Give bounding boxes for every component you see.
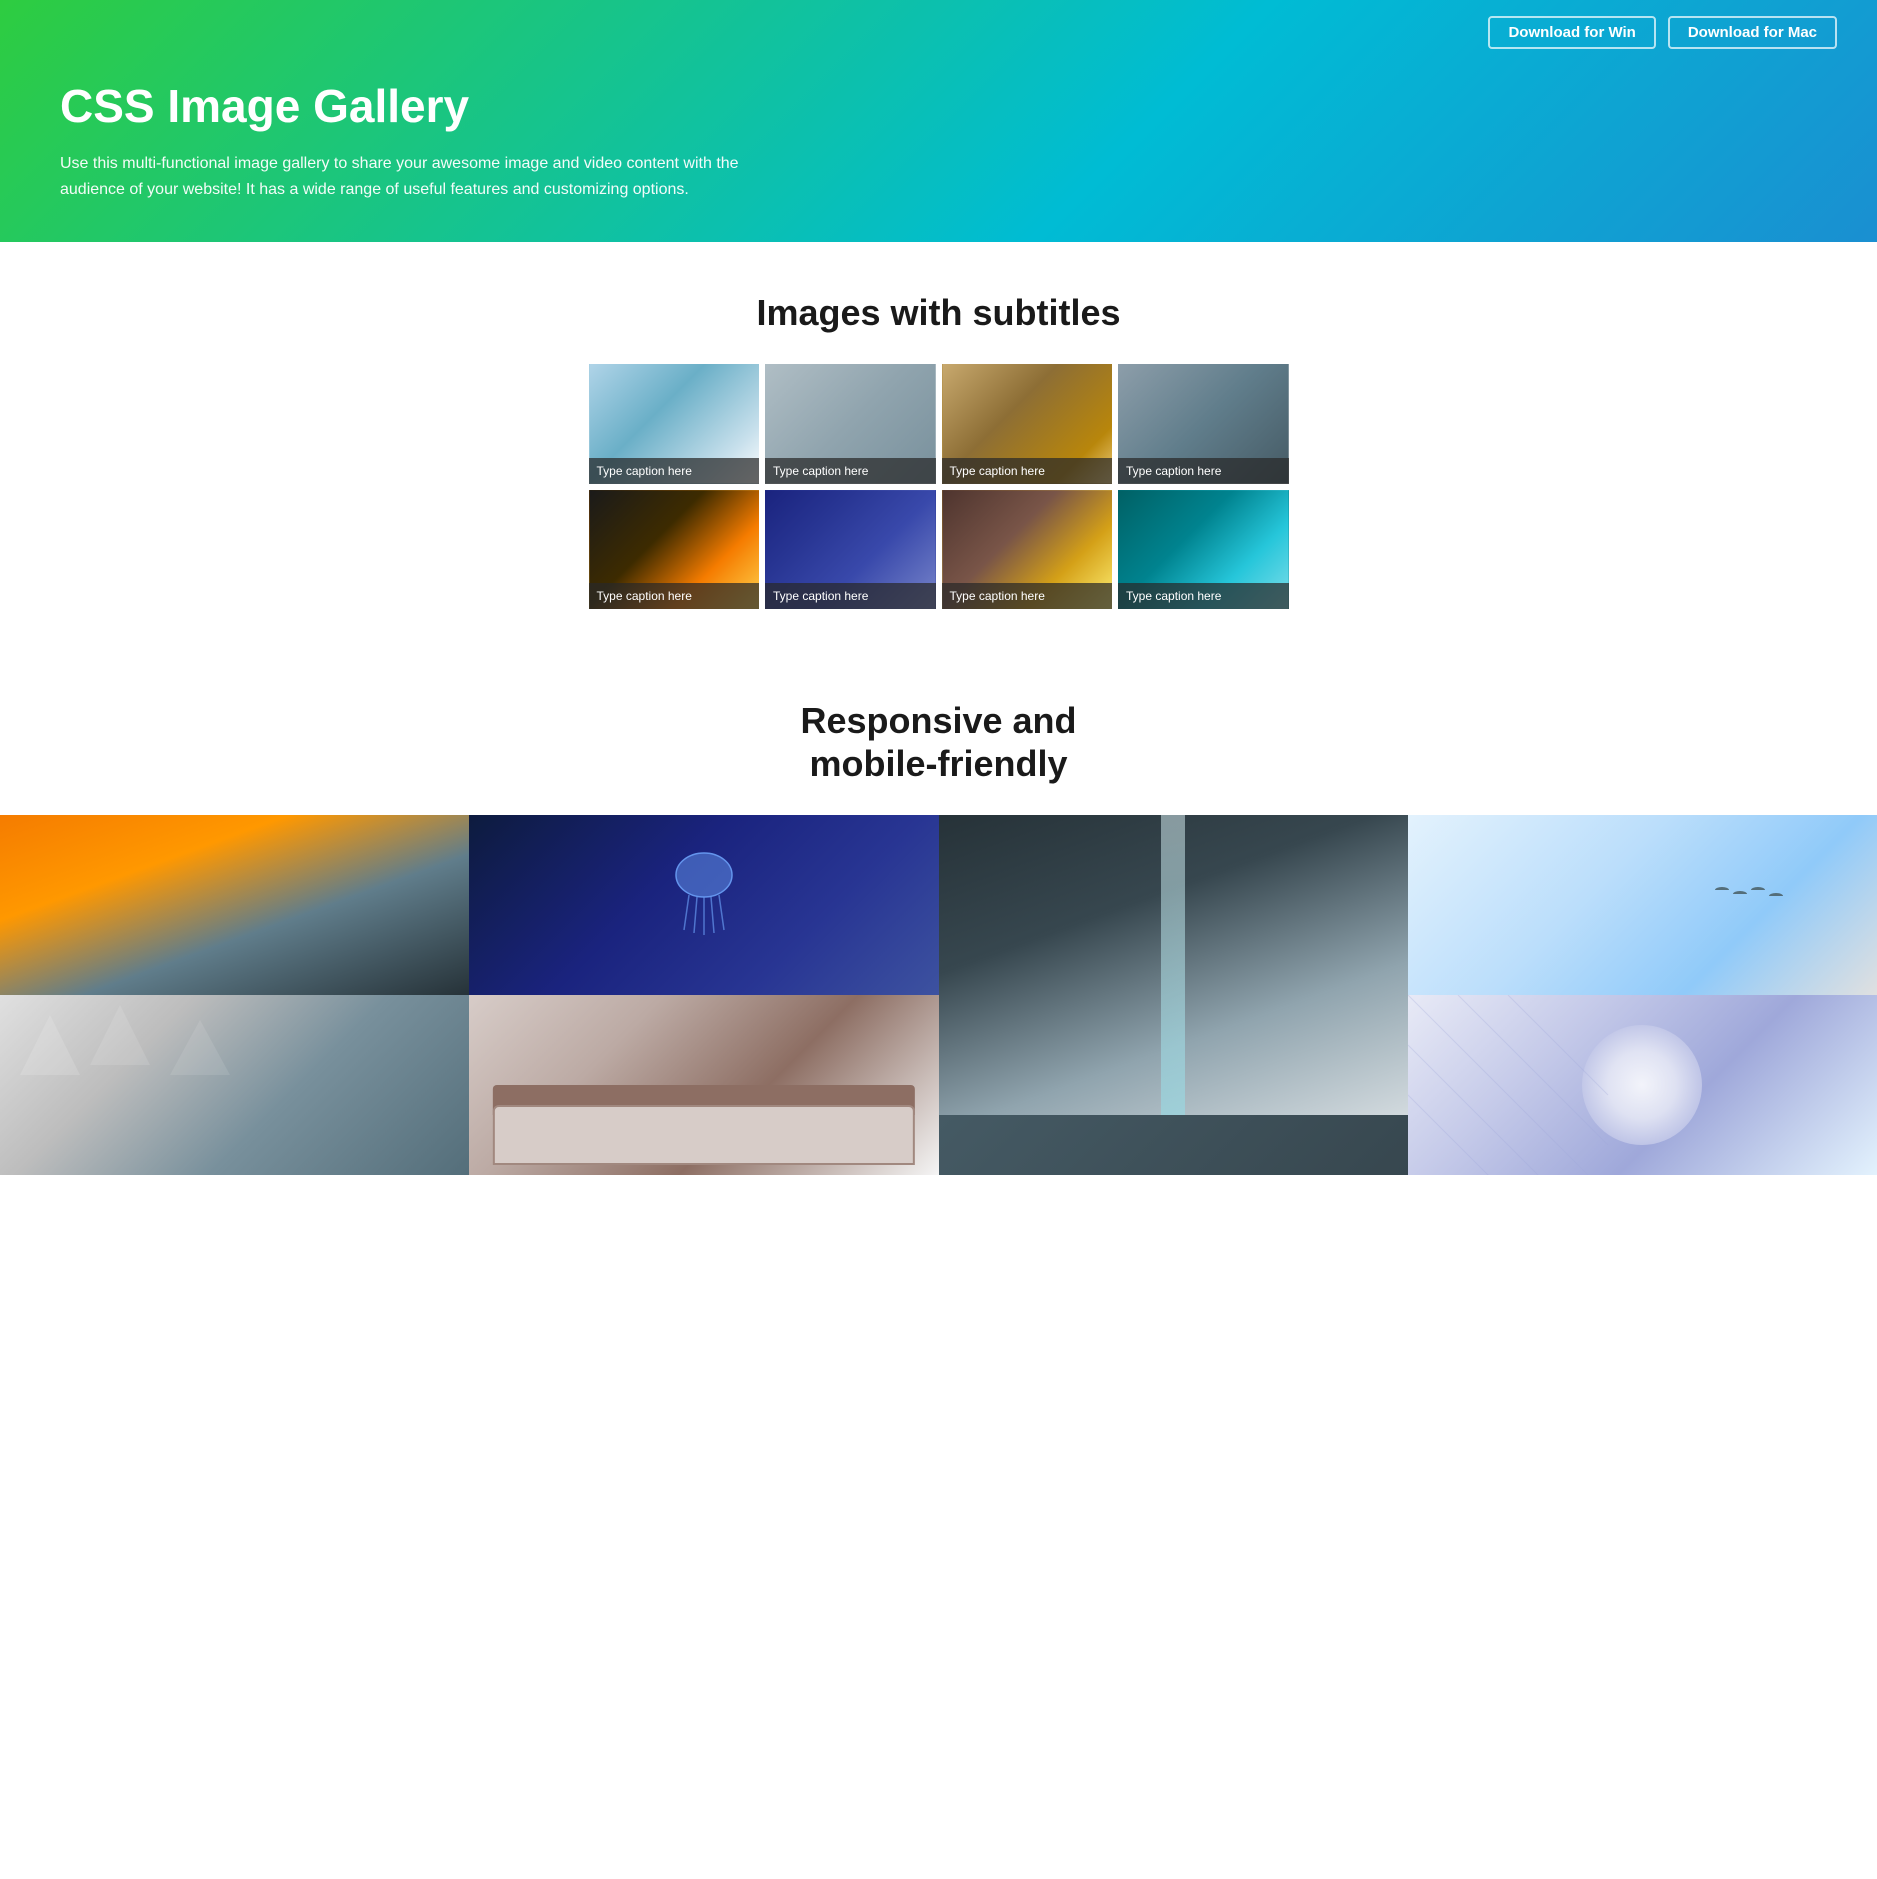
waterfall-rock <box>939 1115 1408 1175</box>
gallery-item-7[interactable]: Type caption here <box>942 490 1113 609</box>
gallery-caption-5: Type caption here <box>589 583 760 609</box>
gallery-caption-2: Type caption here <box>765 458 936 484</box>
gallery-item-3[interactable]: Type caption here <box>942 364 1113 483</box>
section-responsive: Responsive andmobile-friendly <box>0 649 1877 785</box>
mosaic-waterfall[interactable] <box>939 815 1408 1175</box>
responsive-heading: Responsive andmobile-friendly <box>20 699 1857 785</box>
download-win-button[interactable]: Download for Win <box>1488 16 1655 49</box>
mosaic-birds-sky[interactable] <box>1408 815 1877 995</box>
snowy-forest-icon <box>0 995 469 1175</box>
subtitles-heading: Images with subtitles <box>20 292 1857 334</box>
mosaic-jellyfish[interactable] <box>469 815 938 995</box>
bedroom-bed <box>493 1105 915 1165</box>
section-subtitles: Images with subtitles Type caption here … <box>0 242 1877 649</box>
gallery-caption-7: Type caption here <box>942 583 1113 609</box>
page-header: Download for Win Download for Mac CSS Im… <box>0 0 1877 242</box>
gallery-item-1[interactable]: Type caption here <box>589 364 760 483</box>
dome-grid-icon <box>1408 995 1877 1175</box>
jellyfish-icon <box>669 845 739 935</box>
download-mac-button[interactable]: Download for Mac <box>1668 16 1837 49</box>
gallery-item-6[interactable]: Type caption here <box>765 490 936 609</box>
gallery-caption-3: Type caption here <box>942 458 1113 484</box>
gallery-grid: Type caption here Type caption here Type… <box>589 364 1289 609</box>
mosaic-gallery <box>0 815 1877 1175</box>
header-nav: Download for Win Download for Mac <box>40 16 1837 49</box>
gallery-caption-8: Type caption here <box>1118 583 1289 609</box>
gallery-caption-6: Type caption here <box>765 583 936 609</box>
mosaic-bedroom[interactable] <box>469 995 938 1175</box>
gallery-item-5[interactable]: Type caption here <box>589 490 760 609</box>
gallery-item-4[interactable]: Type caption here <box>1118 364 1289 483</box>
mosaic-dome[interactable] <box>1408 995 1877 1175</box>
gallery-caption-1: Type caption here <box>589 458 760 484</box>
gallery-caption-4: Type caption here <box>1118 458 1289 484</box>
mosaic-city-sunset[interactable] <box>0 815 469 995</box>
header-description: Use this multi-functional image gallery … <box>60 151 740 202</box>
gallery-item-8[interactable]: Type caption here <box>1118 490 1289 609</box>
gallery-item-2[interactable]: Type caption here <box>765 364 936 483</box>
mosaic-snowy-forest[interactable] <box>0 995 469 1175</box>
birds-icon <box>1715 887 1783 899</box>
page-title: CSS Image Gallery <box>60 79 740 133</box>
header-content: CSS Image Gallery Use this multi-functio… <box>40 79 740 202</box>
